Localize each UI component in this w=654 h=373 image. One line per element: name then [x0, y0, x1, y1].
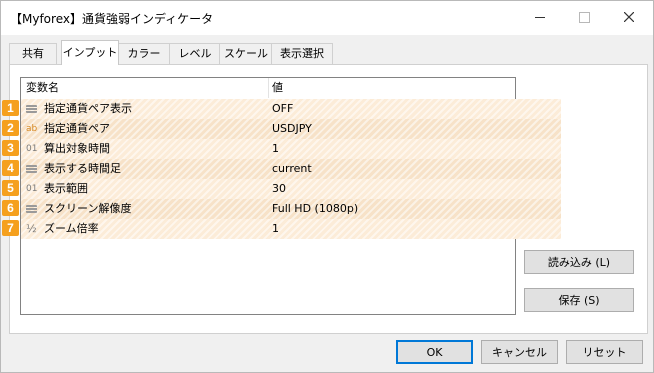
row-value[interactable]: 1	[272, 139, 279, 159]
minimize-icon	[535, 16, 545, 18]
ok-button[interactable]: OK	[396, 340, 473, 364]
window-title: 【Myforex】通貨強弱インディケータ	[10, 12, 214, 26]
row-badge: 1	[2, 100, 19, 116]
row-value[interactable]: 1	[272, 219, 279, 239]
tab-display-select[interactable]: 表示選択	[271, 43, 333, 64]
table-row[interactable]: ab 指定通貨ペア USDJPY	[21, 119, 561, 139]
table-row[interactable]: 表示する時間足 current	[21, 159, 561, 179]
inputs-table: 変数名 値 指定通貨ペア表示 OFF ab 指定通貨ペア USDJPY 01 算…	[20, 77, 561, 315]
maximize-icon	[578, 11, 590, 23]
table-row[interactable]: 01 表示範囲 30	[21, 179, 561, 199]
row-name: 指定通貨ペア表示	[44, 102, 132, 115]
save-button[interactable]: 保存 (S)	[524, 288, 634, 312]
double-half-icon: ½	[26, 222, 37, 235]
minimize-button[interactable]	[518, 1, 562, 33]
reset-button[interactable]: リセット	[566, 340, 643, 364]
row-badge: 7	[2, 220, 19, 236]
tab-levels[interactable]: レベル	[169, 43, 221, 64]
close-icon	[624, 12, 634, 22]
table-header: 変数名 値	[21, 78, 515, 98]
cancel-button[interactable]: キャンセル	[481, 340, 558, 364]
dialog-window: 【Myforex】通貨強弱インディケータ 共有 インプット カラー レベル スケ…	[0, 0, 654, 373]
header-value[interactable]: 値	[272, 78, 283, 98]
table-row[interactable]: スクリーン解像度 Full HD (1080p)	[21, 199, 561, 219]
title-bar[interactable]: 【Myforex】通貨強弱インディケータ	[1, 1, 653, 35]
row-value[interactable]: OFF	[272, 99, 293, 119]
header-divider[interactable]	[268, 78, 269, 98]
row-value[interactable]: current	[272, 159, 312, 179]
row-name: ズーム倍率	[44, 222, 99, 235]
tab-colors[interactable]: カラー	[117, 43, 171, 64]
row-value[interactable]: Full HD (1080p)	[272, 199, 358, 219]
tab-scale[interactable]: スケール	[219, 43, 273, 64]
row-badge: 6	[2, 200, 19, 216]
close-button[interactable]	[607, 1, 651, 33]
row-value[interactable]: 30	[272, 179, 286, 199]
enum-list-icon	[26, 103, 39, 115]
row-name: 指定通貨ペア	[44, 122, 110, 135]
string-ab-icon: ab	[26, 124, 38, 134]
row-value[interactable]: USDJPY	[272, 119, 312, 139]
enum-list-icon	[26, 163, 39, 175]
tab-shared[interactable]: 共有	[9, 43, 57, 64]
tab-inputs[interactable]: インプット	[61, 40, 119, 65]
table-row[interactable]: 01 算出対象時間 1	[21, 139, 561, 159]
row-name: スクリーン解像度	[44, 202, 132, 215]
enum-list-icon	[26, 203, 39, 215]
header-variable-name[interactable]: 変数名	[26, 78, 59, 98]
row-badge: 2	[2, 120, 19, 136]
integer-01-icon: 01	[26, 184, 38, 194]
row-name: 表示する時間足	[44, 162, 121, 175]
row-name: 算出対象時間	[44, 142, 110, 155]
row-badge: 5	[2, 180, 19, 196]
table-row[interactable]: ½ ズーム倍率 1	[21, 219, 561, 239]
row-badge: 3	[2, 140, 19, 156]
table-row[interactable]: 指定通貨ペア表示 OFF	[21, 99, 561, 119]
row-name: 表示範囲	[44, 182, 88, 195]
maximize-button[interactable]	[562, 1, 606, 33]
row-badge: 4	[2, 160, 19, 176]
integer-01-icon: 01	[26, 144, 38, 154]
load-button[interactable]: 読み込み (L)	[524, 250, 634, 274]
